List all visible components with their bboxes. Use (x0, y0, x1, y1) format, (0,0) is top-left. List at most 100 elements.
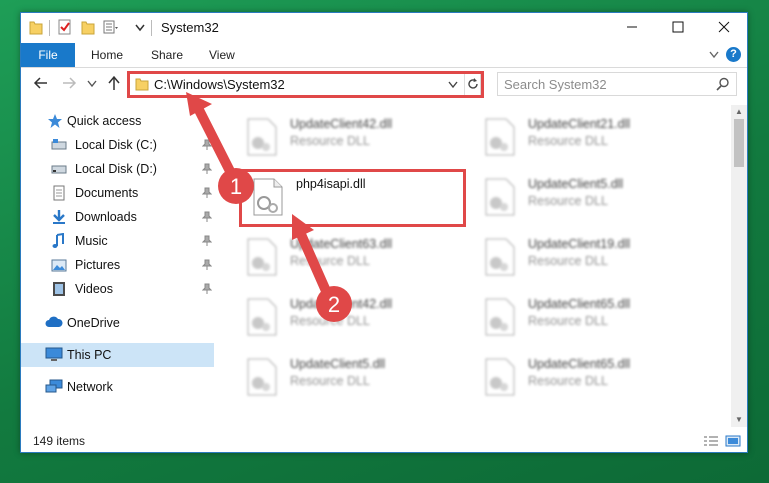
file-type: Resource DLL (290, 254, 370, 268)
navigation-pane: Quick access Local Disk (C:) Local Disk … (21, 105, 214, 427)
file-tile[interactable]: UpdateClient65.dll Resource DLL (474, 351, 694, 403)
pin-icon[interactable] (202, 163, 212, 175)
sidebar-item-network[interactable]: Network (21, 375, 214, 399)
drive-icon (51, 165, 67, 174)
sidebar-item-label: Local Disk (D:) (75, 162, 157, 176)
forward-arrow-icon[interactable] (61, 75, 77, 91)
chevron-down-icon[interactable] (135, 23, 145, 33)
tab-file[interactable]: File (21, 43, 75, 67)
sidebar-item-label: Pictures (75, 258, 121, 272)
help-button[interactable]: ? (726, 47, 741, 62)
dll-file-icon (485, 118, 515, 156)
scroll-down-icon[interactable]: ▼ (731, 413, 747, 427)
sidebar-item-label: Downloads (75, 210, 137, 224)
file-name: UpdateClient42.dll (290, 117, 393, 131)
pin-icon[interactable] (202, 139, 212, 151)
sidebar-item-onedrive[interactable]: OneDrive (21, 311, 214, 335)
videos-icon (53, 282, 65, 296)
new-folder-icon[interactable] (81, 19, 96, 35)
file-tile[interactable]: UpdateClient19.dll Resource DLL (474, 231, 694, 283)
title-bar: System32 (21, 13, 747, 43)
sidebar-item-label: Network (67, 380, 113, 394)
sidebar-item-local-disk-d[interactable]: Local Disk (D:) (21, 157, 214, 181)
download-icon (53, 210, 65, 224)
file-name: UpdateClient63.dll (290, 237, 393, 251)
maximize-button[interactable] (655, 13, 701, 43)
sidebar-item-label: Quick access (67, 114, 142, 128)
pin-icon[interactable] (202, 259, 212, 271)
title-divider (151, 20, 152, 36)
file-tile[interactable]: UpdateClient63.dll Resource DLL (236, 231, 456, 283)
sidebar-item-videos[interactable]: Videos (21, 277, 214, 301)
sidebar-item-music[interactable]: Music (21, 229, 214, 253)
search-input[interactable]: Search System32 (504, 77, 607, 92)
dll-file-icon (247, 118, 277, 156)
recent-locations-icon[interactable] (87, 80, 97, 88)
computer-icon (45, 347, 63, 361)
pin-icon[interactable] (202, 235, 212, 247)
sidebar-item-quick-access[interactable]: Quick access (21, 109, 214, 133)
file-type: Resource DLL (528, 254, 608, 268)
sidebar-item-this-pc[interactable]: This PC (21, 343, 214, 367)
file-name: UpdateClient65.dll (528, 297, 631, 311)
pin-icon[interactable] (202, 187, 212, 199)
sidebar-item-label: This PC (67, 348, 112, 362)
scroll-up-icon[interactable]: ▲ (731, 105, 747, 119)
pin-icon[interactable] (202, 283, 212, 295)
navigation-bar: C:\Windows\System32 Search System32 (21, 68, 747, 102)
drive-icon (51, 139, 67, 150)
music-icon (52, 233, 64, 248)
sidebar-item-documents[interactable]: Documents (21, 181, 214, 205)
scroll-thumb[interactable] (734, 119, 744, 167)
sidebar-item-label: Local Disk (C:) (75, 138, 157, 152)
properties-icon[interactable] (57, 19, 73, 35)
customize-toolbar-icon[interactable] (103, 19, 119, 35)
file-name: UpdateClient21.dll (528, 117, 631, 131)
tab-share[interactable]: Share (151, 43, 183, 67)
file-type: Resource DLL (290, 134, 370, 148)
search-box[interactable]: Search System32 (497, 72, 737, 96)
network-icon (45, 379, 63, 393)
tab-view[interactable]: View (209, 43, 235, 67)
file-tile[interactable]: UpdateClient42.dll Resource DLL (236, 111, 456, 163)
up-arrow-icon[interactable] (107, 75, 121, 91)
file-tile[interactable]: UpdateClient21.dll Resource DLL (474, 111, 694, 163)
back-arrow-icon[interactable] (33, 75, 49, 91)
large-icons-view-icon[interactable] (725, 435, 741, 447)
status-bar: 149 items (21, 429, 747, 453)
close-button[interactable] (701, 13, 747, 43)
sidebar-item-label: Videos (75, 282, 113, 296)
file-name: UpdateClient42.dll (290, 297, 393, 311)
window-title: System32 (161, 20, 219, 35)
dll-file-icon (247, 298, 277, 336)
close-icon (718, 21, 730, 33)
expand-ribbon-icon[interactable] (709, 51, 719, 59)
file-name: UpdateClient5.dll (290, 357, 386, 371)
file-tile[interactable]: UpdateClient5.dll Resource DLL (236, 351, 456, 403)
dll-file-icon (485, 298, 515, 336)
file-type: Resource DLL (290, 314, 370, 328)
tab-home[interactable]: Home (91, 43, 123, 67)
dll-file-icon (247, 358, 277, 396)
sidebar-item-local-disk-c[interactable]: Local Disk (C:) (21, 133, 214, 157)
cloud-icon (45, 316, 63, 327)
minimize-button[interactable] (609, 13, 655, 43)
file-type: Resource DLL (528, 194, 608, 208)
minimize-icon (627, 26, 637, 28)
vertical-scrollbar[interactable]: ▲ ▼ (731, 105, 747, 427)
file-tile[interactable]: UpdateClient5.dll Resource DLL (474, 171, 694, 223)
pin-icon[interactable] (202, 211, 212, 223)
details-view-icon[interactable] (703, 435, 719, 447)
sidebar-item-downloads[interactable]: Downloads (21, 205, 214, 229)
star-icon (48, 114, 62, 128)
file-tile[interactable]: UpdateClient65.dll Resource DLL (474, 291, 694, 343)
file-type: Resource DLL (290, 374, 370, 388)
sidebar-item-pictures[interactable]: Pictures (21, 253, 214, 277)
dll-file-icon (485, 238, 515, 276)
file-highlight-box (239, 169, 466, 227)
folder-icon[interactable] (29, 19, 43, 35)
file-tile[interactable]: UpdateClient42.dll Resource DLL (236, 291, 456, 343)
maximize-icon (672, 21, 684, 33)
file-list: UpdateClient42.dll Resource DLL UpdateCl… (216, 105, 736, 427)
file-name: UpdateClient5.dll (528, 177, 624, 191)
